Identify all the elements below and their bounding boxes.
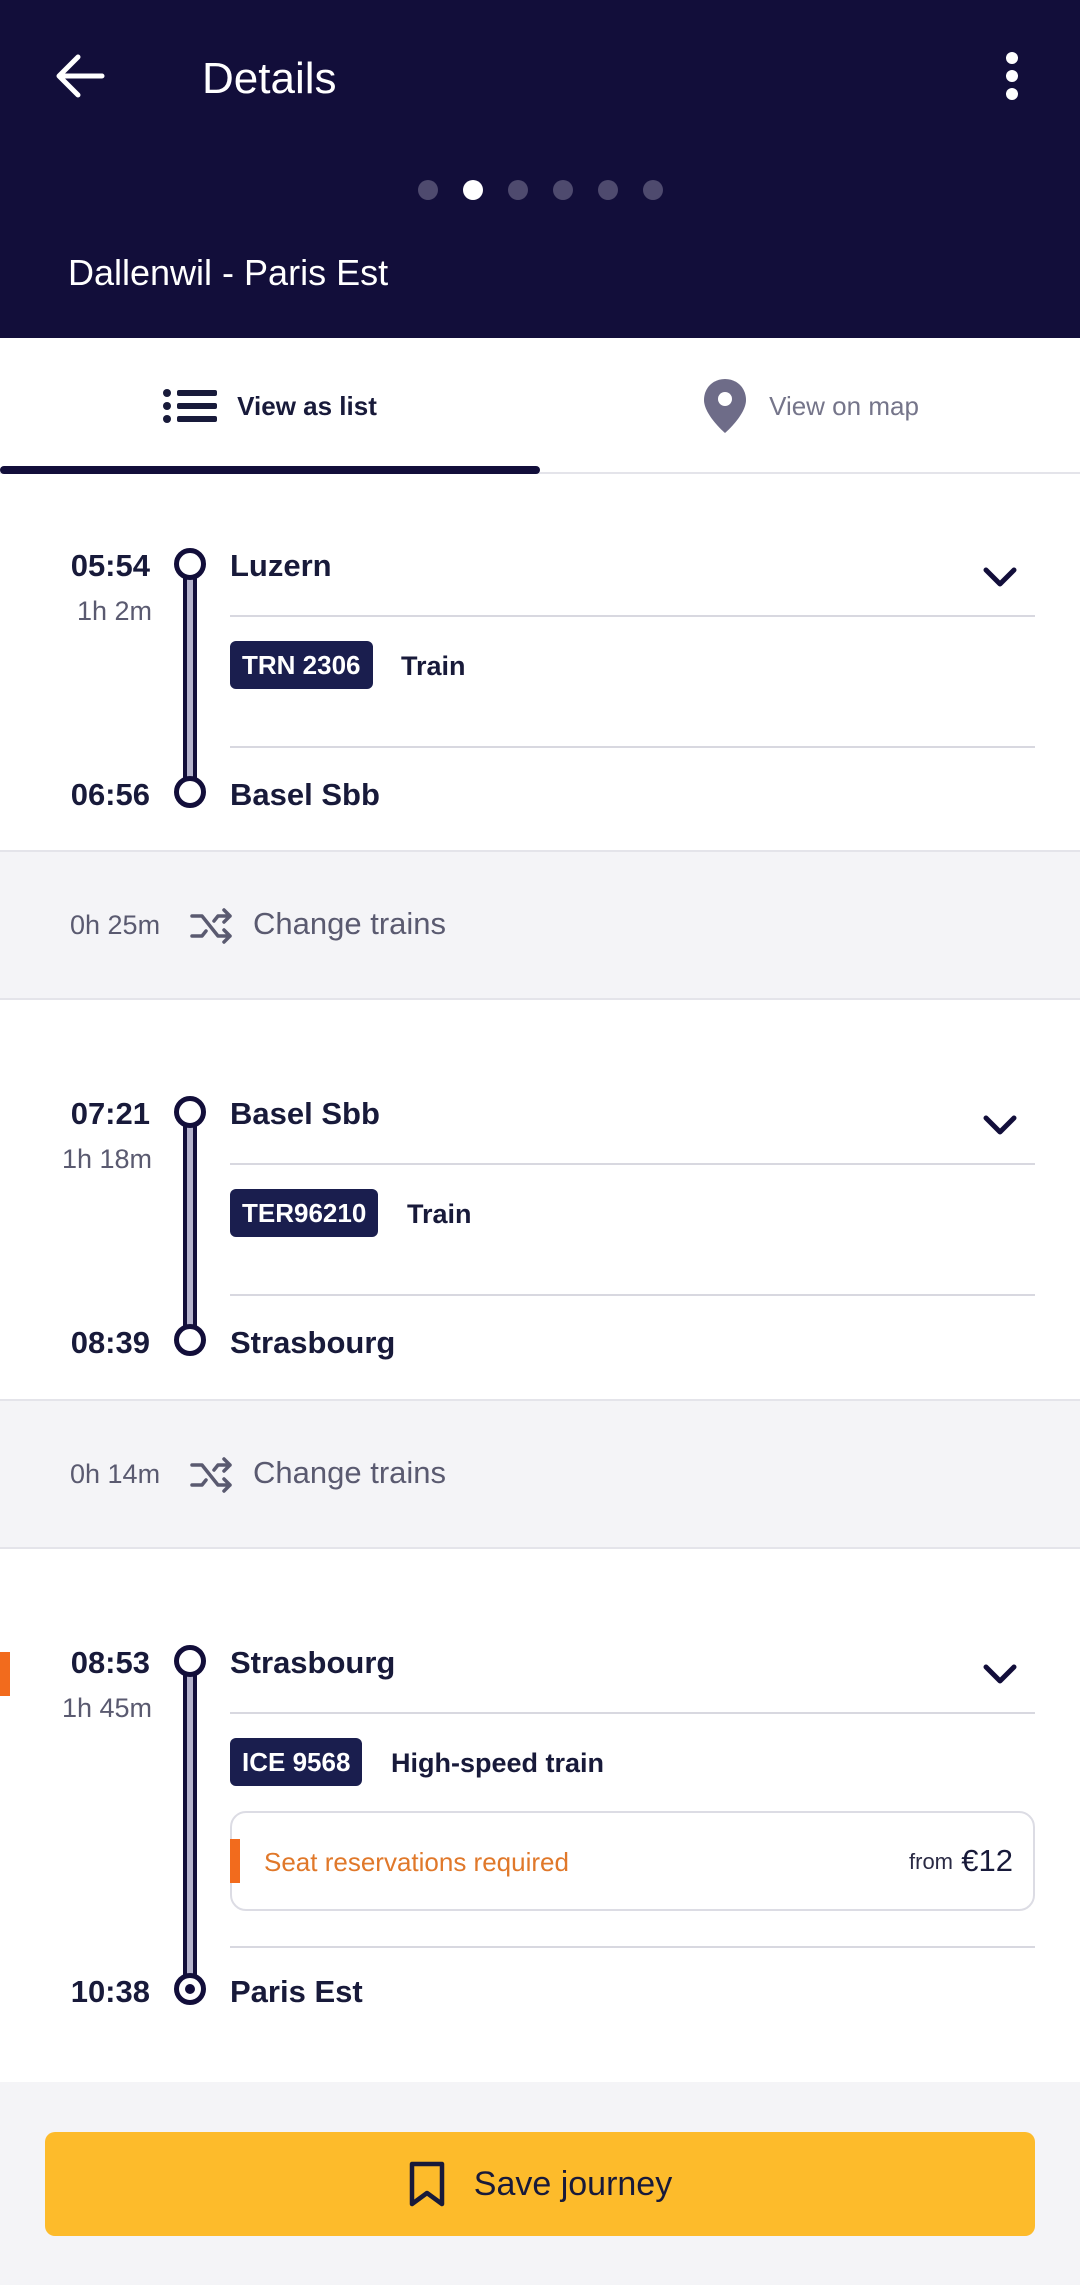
transfer-duration: 0h 25m [70,910,161,940]
seat-reservation-notice[interactable]: Seat reservations required from €12 [230,1811,1035,1911]
departure-station: Basel Sbb [230,1096,380,1131]
arrival-time: 06:56 [70,777,150,812]
journey-leg: 05:54 1h 2m Luzern TRN 2306 Train 06:56 … [0,476,1080,850]
journey-route: Dallenwil - Paris Est [68,252,389,293]
chevron-down-icon[interactable] [980,556,1020,596]
train-number-badge: TRN 2306 [230,641,373,689]
arrival-time: 08:39 [70,1325,150,1360]
page-dot[interactable] [552,180,573,200]
tab-view-as-list[interactable]: View as list [0,338,540,474]
bookmark-icon [409,2161,445,2207]
route-line [183,1114,197,1346]
stop-marker [174,1324,206,1356]
page-title: Details [202,54,337,103]
back-arrow-icon[interactable] [48,44,112,108]
chevron-down-icon[interactable] [980,1653,1020,1693]
reservation-price: €12 [961,1843,1013,1878]
transfer-row: 0h 14m Change trains [0,1399,1080,1549]
divider [230,1294,1035,1296]
tab-label: View as list [237,390,377,421]
shuffle-icon [190,1457,232,1493]
page-dot-active[interactable] [462,180,483,200]
shuffle-icon [190,908,232,944]
stop-marker [174,548,206,580]
train-number-badge: ICE 9568 [230,1738,363,1786]
transfer-label: Change trains [253,906,447,941]
page-dot[interactable] [417,180,438,200]
divider [230,1946,1035,1948]
train-type: Train [407,1199,472,1229]
reservation-text: Seat reservations required [264,1847,569,1877]
stop-marker [174,1096,206,1128]
arrival-time: 10:38 [70,1974,150,2009]
price-from-label: from [909,1849,953,1874]
leg-duration: 1h 2m [76,596,152,626]
departure-station: Strasbourg [230,1645,396,1680]
departure-time: 07:21 [70,1096,150,1131]
leg-duration: 1h 45m [61,1693,152,1723]
destination-marker [174,1973,206,2005]
divider [230,746,1035,748]
departure-time: 05:54 [70,548,150,583]
page-indicator[interactable] [0,180,1080,204]
page-dot[interactable] [507,180,528,200]
tab-view-on-map[interactable]: View on map [540,338,1080,474]
train-number-badge: TER96210 [230,1189,379,1237]
page-dot[interactable] [642,180,663,200]
save-journey-label: Save journey [473,2164,673,2203]
journey-leg: 08:53 1h 45m Strasbourg ICE 9568 High-sp… [0,1549,1080,2082]
divider [230,615,1035,617]
arrival-station: Paris Est [230,1974,363,2009]
leg-duration: 1h 18m [61,1144,152,1174]
transfer-duration: 0h 14m [70,1459,161,1489]
train-type: High-speed train [391,1748,605,1778]
app-header: Details Dallenwil - Paris Est [0,0,1080,338]
arrival-station: Basel Sbb [230,777,380,812]
train-type: Train [401,651,466,681]
journey-leg: 07:21 1h 18m Basel Sbb TER96210 Train 08… [0,1000,1080,1398]
list-icon [163,389,218,423]
warning-marker [230,1839,240,1883]
chevron-down-icon[interactable] [980,1104,1020,1144]
transfer-row: 0h 25m Change trains [0,850,1080,1000]
stop-marker [174,776,206,808]
save-journey-button[interactable]: Save journey [45,2132,1035,2236]
tab-label: View on map [769,390,919,421]
divider [230,1163,1035,1165]
footer-bar: Save journey [0,2082,1080,2285]
departure-station: Luzern [230,548,332,583]
arrival-station: Strasbourg [230,1325,396,1360]
route-line [183,566,197,798]
route-line [183,1663,197,1993]
transfer-label: Change trains [253,1455,447,1490]
stop-marker [174,1645,206,1677]
divider [230,1712,1035,1714]
departure-time: 08:53 [70,1645,150,1680]
more-options-icon[interactable] [990,44,1034,108]
selected-tab-indicator [0,466,540,474]
page-dot[interactable] [597,180,618,200]
view-tabs: View as list View on map [0,338,1080,474]
map-pin-icon [704,379,747,433]
